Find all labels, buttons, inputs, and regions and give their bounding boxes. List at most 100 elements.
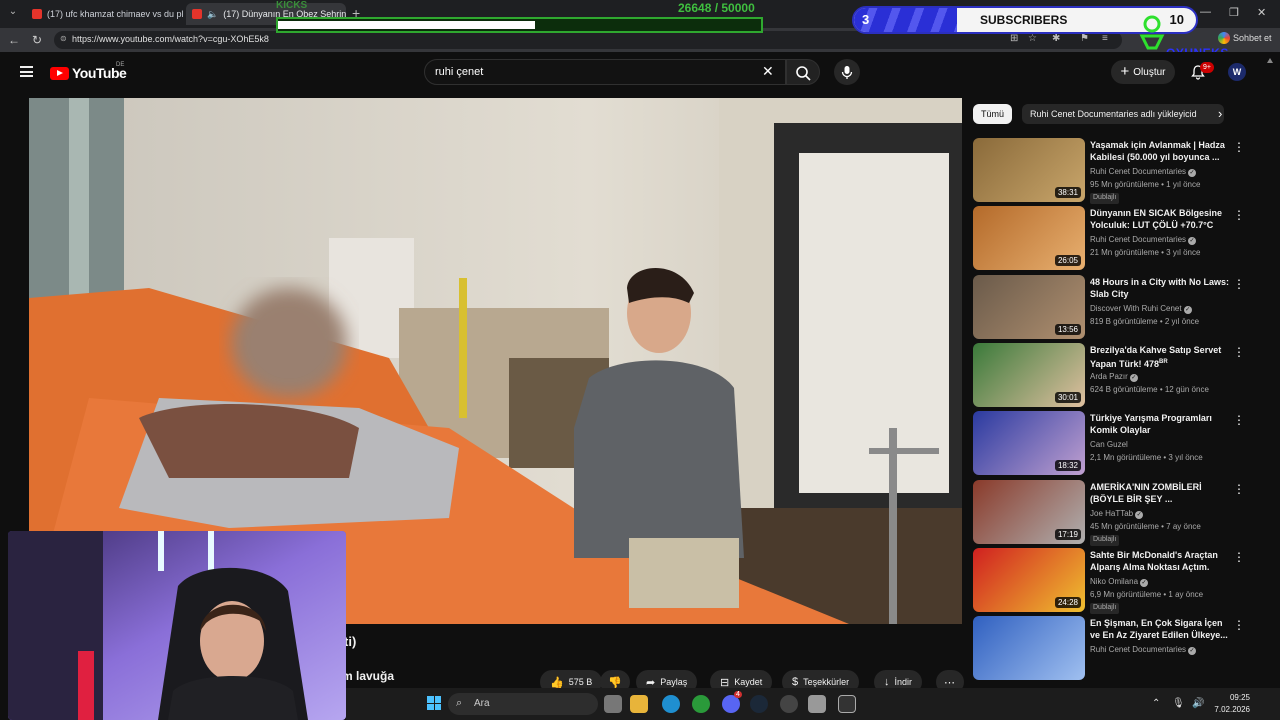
extensions-icon[interactable]: ✱ xyxy=(1052,33,1060,44)
recommended-video-title-text: AMERİKA'NIN ZOMBİLERİ (BÖYLE BİR ŞEY ... xyxy=(1090,482,1202,504)
recommended-video-title[interactable]: Brezilya'da Kahve Satıp Servet Yapan Tür… xyxy=(1090,344,1232,370)
recommended-video-title[interactable]: En Şişman, En Çok Sigara İçen ve En Az Z… xyxy=(1090,617,1232,641)
clear-search-icon[interactable]: ✕ xyxy=(762,63,774,80)
recommended-video-title[interactable]: Türkiye Yarışma Programları Komik Olayla… xyxy=(1090,412,1232,436)
taskbar-search[interactable]: ⌕ Ara xyxy=(448,693,598,715)
speaker-tray-icon[interactable]: 🔊 xyxy=(1192,698,1204,709)
recommended-video[interactable]: 18:32 Türkiye Yarışma Programları Komik O… xyxy=(973,411,1273,475)
recommended-channel[interactable]: Joe HaTTab ✓ xyxy=(1090,509,1144,519)
page-scrollbar[interactable] xyxy=(1267,58,1273,688)
tab-search-icon[interactable]: ⌄ xyxy=(4,6,22,22)
more-options-icon[interactable]: ⋮ xyxy=(1233,140,1245,154)
steam-icon[interactable] xyxy=(750,695,768,713)
recommended-channel-name: Ruhi Cenet Documentaries xyxy=(1090,235,1187,244)
close-window-icon[interactable]: ✕ xyxy=(1257,6,1266,19)
video-thumbnail[interactable]: 24:28 xyxy=(973,548,1085,612)
recommended-channel[interactable]: Ruhi Cenet Documentaries ✓ xyxy=(1090,167,1197,177)
speaker-icon[interactable]: 🔈 xyxy=(207,9,218,20)
reload-icon[interactable]: ↻ xyxy=(32,33,42,47)
youtube-logo[interactable]: YouTube xyxy=(50,65,127,81)
account-avatar[interactable]: W xyxy=(1228,63,1246,81)
kicks-progress-bar xyxy=(276,17,763,33)
more-options-icon[interactable]: ⋮ xyxy=(1233,345,1245,359)
more-options-icon[interactable]: ⋮ xyxy=(1233,277,1245,291)
create-button[interactable]: + Oluştur xyxy=(1111,60,1175,84)
video-thumbnail[interactable]: 26:05 xyxy=(973,206,1085,270)
subscribers-progress-fill xyxy=(854,8,957,32)
browser-tab-1[interactable]: (17) ufc khamzat chimaev vs du pl ✕ xyxy=(26,3,186,25)
extension-icon[interactable]: ⚑ xyxy=(1080,33,1089,44)
chevron-right-icon[interactable]: › xyxy=(1218,106,1222,121)
install-app-icon[interactable]: ⊞ xyxy=(1010,33,1018,44)
tray-chevron-icon[interactable]: ⌃ xyxy=(1152,698,1160,709)
menu-icon[interactable] xyxy=(20,66,33,77)
video-duration: 30:01 xyxy=(1054,392,1081,403)
recommended-video[interactable]: 24:28 Sahte Bir McDonald's Araçtan Alparı… xyxy=(973,548,1273,614)
site-info-icon[interactable]: ⊜ xyxy=(60,34,67,43)
recommended-channel[interactable]: Niko Omilana ✓ xyxy=(1090,577,1149,587)
search-button[interactable] xyxy=(786,59,820,85)
recommended-video[interactable]: 38:31 Yaşamak için Avlanmak | Hadza Kabil… xyxy=(973,138,1273,204)
recommended-channel[interactable]: Ruhi Cenet Documentaries ✓ xyxy=(1090,645,1197,655)
recommended-video[interactable]: En Şişman, En Çok Sigara İçen ve En Az Z… xyxy=(973,616,1273,680)
obs-icon[interactable] xyxy=(780,695,798,713)
voice-search-button[interactable] xyxy=(834,59,860,85)
more-options-icon[interactable]: ⋮ xyxy=(1233,550,1245,564)
recommended-video[interactable]: 13:56 48 Hours in a City with No Laws: Sl… xyxy=(973,275,1273,339)
store-icon[interactable] xyxy=(808,695,826,713)
chip-all[interactable]: Tümü xyxy=(973,104,1013,124)
app-icon[interactable] xyxy=(692,695,710,713)
notifications-badge: 9+ xyxy=(1200,62,1214,73)
video-thumbnail[interactable]: 30:01 xyxy=(973,343,1085,407)
video-thumbnail[interactable]: 38:31 xyxy=(973,138,1085,202)
video-thumbnail[interactable]: 13:56 xyxy=(973,275,1085,339)
more-options-icon[interactable]: ⋮ xyxy=(1233,482,1245,496)
search-input[interactable]: ruhi çenet xyxy=(424,59,786,85)
recommended-channel[interactable]: Ruhi Cenet Documentaries ✓ xyxy=(1090,235,1197,245)
video-thumbnail[interactable]: 18:32 xyxy=(973,411,1085,475)
bookmark-star-icon[interactable]: ☆ xyxy=(1028,33,1037,44)
more-options-icon[interactable]: ⋮ xyxy=(1233,208,1245,222)
plus-icon: + xyxy=(1120,63,1130,80)
more-options-icon[interactable]: ⋮ xyxy=(1233,618,1245,632)
kicks-label: KICKS xyxy=(276,0,308,11)
windows-start-icon[interactable] xyxy=(427,696,441,710)
epic-games-icon[interactable] xyxy=(838,695,856,713)
verified-check-icon: ✓ xyxy=(1188,169,1197,177)
recommended-channel[interactable]: Discover With Ruhi Cenet ✓ xyxy=(1090,304,1192,314)
taskbar-clock[interactable]: 09:25 7.02.2026 xyxy=(1206,692,1250,716)
channel-name[interactable]: m lavuğa xyxy=(342,669,394,683)
recommended-channel-name: Niko Omilana xyxy=(1090,577,1139,586)
recommended-video-title[interactable]: AMERİKA'NIN ZOMBİLERİ (BÖYLE BİR ŞEY ... xyxy=(1090,481,1232,505)
verified-check-icon: ✓ xyxy=(1129,374,1138,382)
recommended-video[interactable]: 30:01 Brezilya'da Kahve Satıp Servet Yapa… xyxy=(973,343,1273,407)
back-icon[interactable]: ← xyxy=(8,33,20,47)
edge-browser-icon[interactable] xyxy=(662,695,680,713)
video-duration: 13:56 xyxy=(1054,324,1081,335)
recommended-video[interactable]: 17:19 AMERİKA'NIN ZOMBİLERİ (BÖYLE BİR ŞE… xyxy=(973,480,1273,546)
search-icon xyxy=(796,66,811,81)
search-query: ruhi çenet xyxy=(435,66,484,78)
microphone-tray-icon[interactable]: 🎙 xyxy=(1172,698,1185,709)
title-superscript: BR xyxy=(1159,359,1168,365)
recommended-video-title-text: Türkiye Yarışma Programları Komik Olayla… xyxy=(1090,413,1212,435)
video-thumbnail[interactable] xyxy=(973,616,1085,680)
task-view-icon[interactable] xyxy=(604,695,622,713)
recommended-channel[interactable]: Arda Pazır ✓ xyxy=(1090,372,1138,382)
youtube-favicon-icon xyxy=(192,9,202,19)
more-options-icon[interactable]: ⋮ xyxy=(1233,413,1245,427)
video-duration: 24:28 xyxy=(1054,597,1081,608)
recommended-video-title[interactable]: Dünyanın EN SICAK Bölgesine Yolculuk: LU… xyxy=(1090,207,1232,231)
file-explorer-icon[interactable] xyxy=(630,695,648,713)
recommended-video-title[interactable]: Yaşamak için Avlanmak | Hadza Kabilesi (… xyxy=(1090,139,1232,163)
video-thumbnail[interactable]: 17:19 xyxy=(973,480,1085,544)
chip-channel[interactable]: Ruhi Cenet Documentaries adlı yükleyicid xyxy=(1022,104,1225,124)
reading-list-icon[interactable]: ≡ xyxy=(1102,33,1108,44)
recommended-channel[interactable]: Can Guzel xyxy=(1090,440,1128,449)
recommended-video-title[interactable]: 48 Hours in a City with No Laws: Slab Ci… xyxy=(1090,276,1232,300)
recommended-video-title[interactable]: Sahte Bir McDonald's Araçtan Alparış Alm… xyxy=(1090,549,1232,573)
download-icon: ↓ xyxy=(884,676,890,688)
video-duration: 38:31 xyxy=(1054,187,1081,198)
windows-taskbar: ⌕ Ara 4 ⌃ 🎙 🔊 xyxy=(346,688,1280,720)
recommended-video[interactable]: 26:05 Dünyanın EN SICAK Bölgesine Yolculu… xyxy=(973,206,1273,270)
